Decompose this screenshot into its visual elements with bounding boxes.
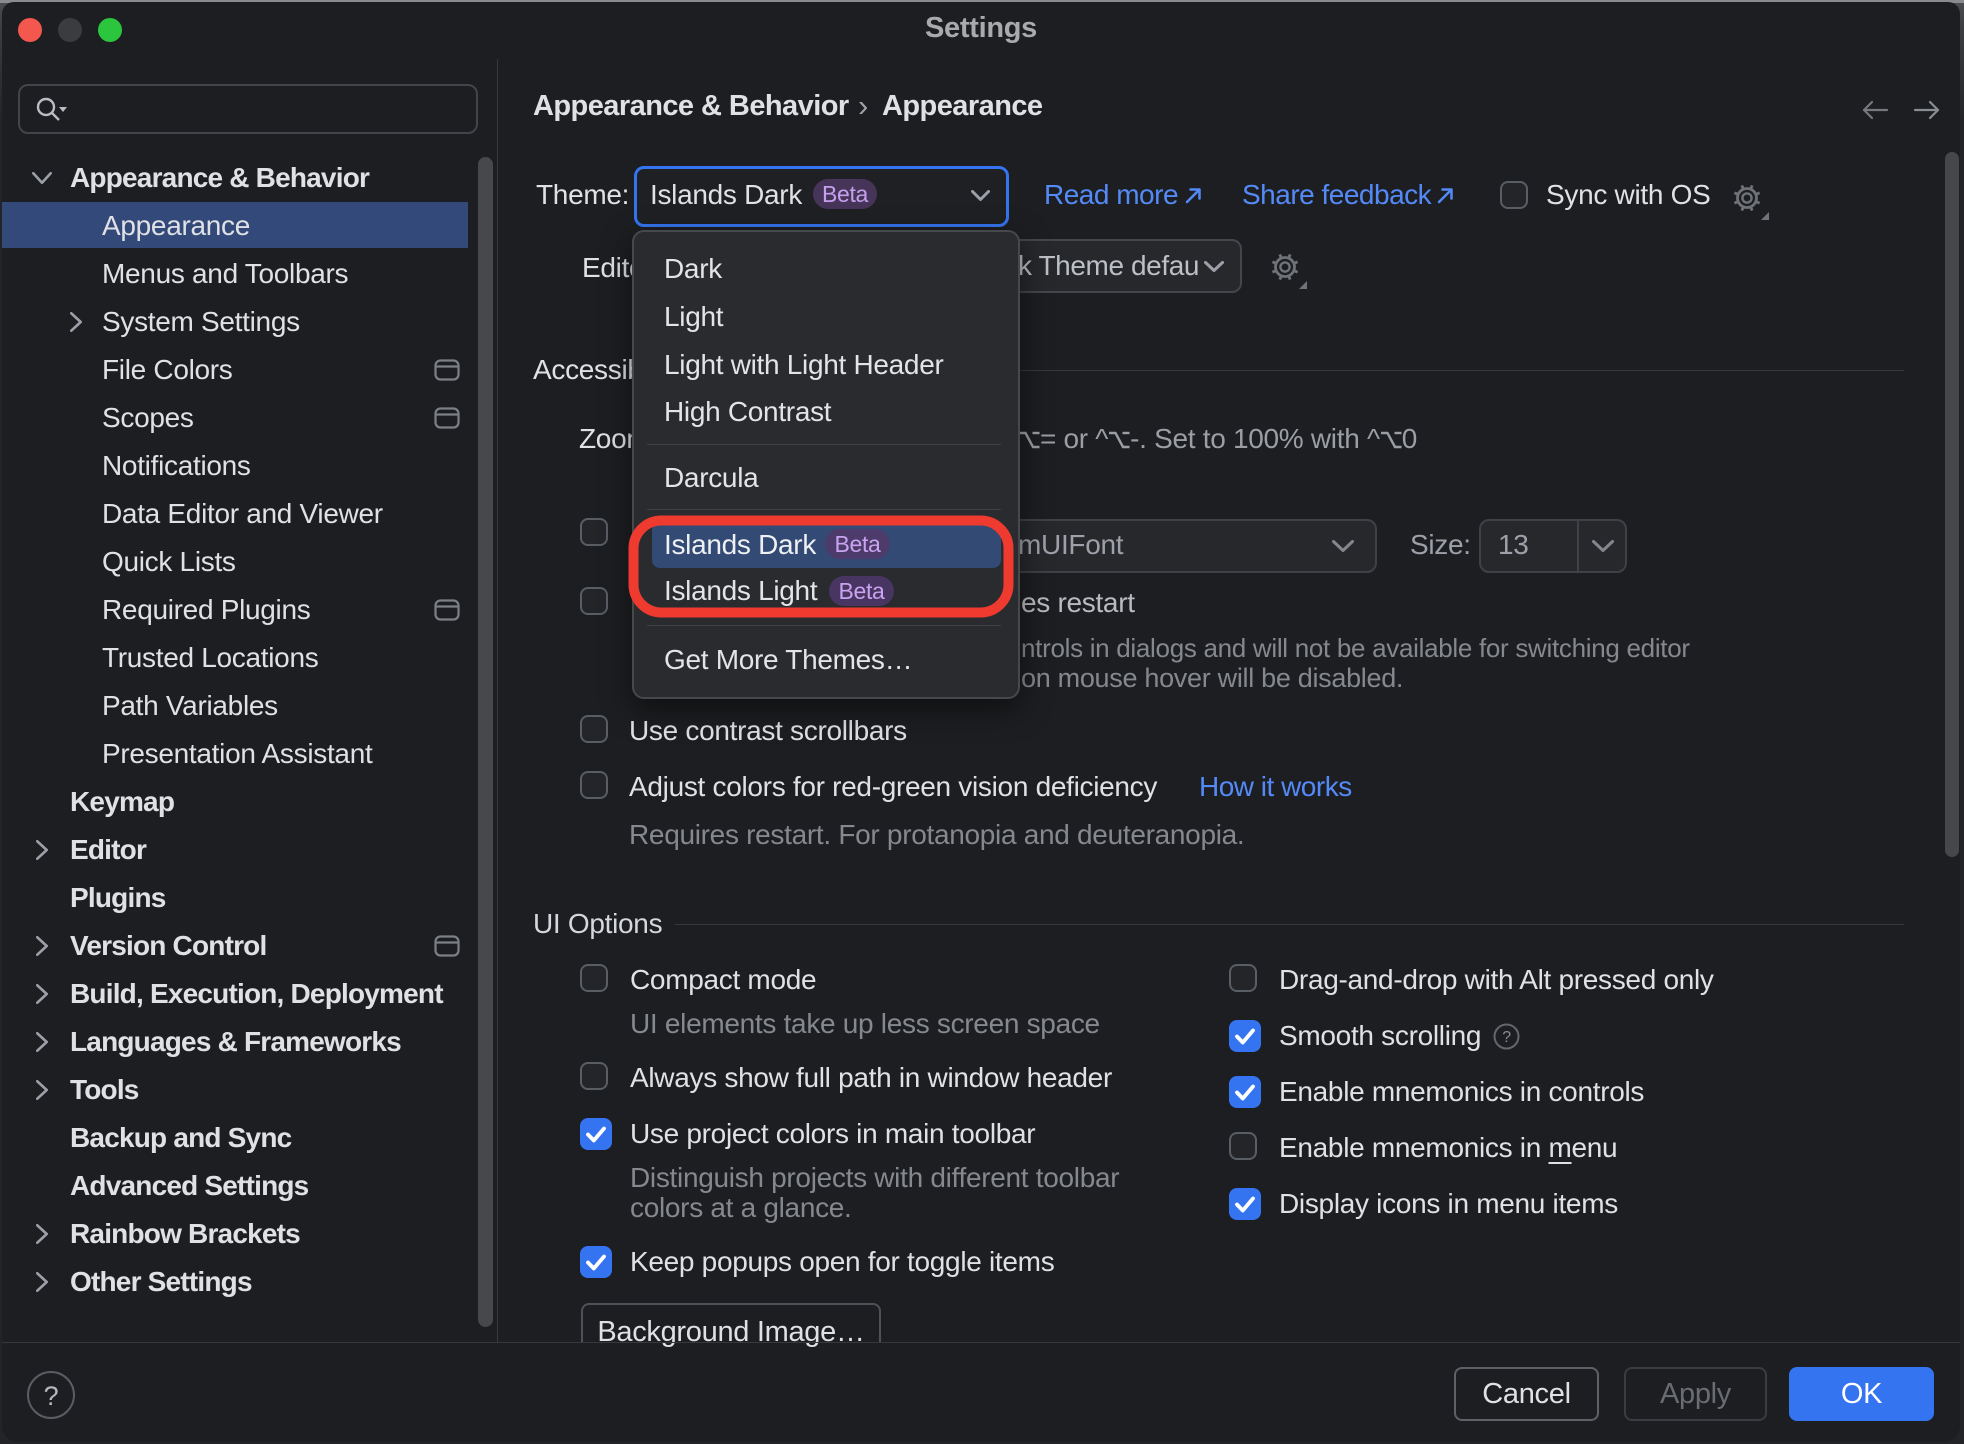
svg-text:?: ? <box>1502 1029 1511 1046</box>
